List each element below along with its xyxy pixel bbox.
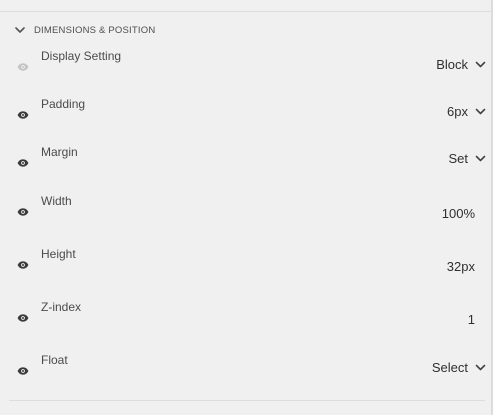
bottom-divider xyxy=(9,400,485,401)
visibility-eye-icon[interactable] xyxy=(17,208,29,216)
dropdown-value: Block xyxy=(436,57,468,72)
visibility-eye-icon[interactable] xyxy=(17,63,29,71)
visibility-eye-icon[interactable] xyxy=(17,159,29,167)
property-row-z-index: Z-index 1 xyxy=(0,299,493,329)
property-row-display-setting: Display Setting Block xyxy=(0,48,493,78)
float-dropdown[interactable]: Select xyxy=(432,360,486,375)
padding-dropdown[interactable]: 6px xyxy=(447,104,486,119)
property-row-padding: Padding 6px xyxy=(0,96,493,126)
property-row-height: Height 32px xyxy=(0,246,493,276)
dropdown-value: 6px xyxy=(447,104,468,119)
visibility-eye-icon[interactable] xyxy=(17,314,29,322)
visibility-eye-icon[interactable] xyxy=(17,261,29,269)
property-row-margin: Margin Set xyxy=(0,144,493,174)
chevron-down-icon xyxy=(475,364,486,371)
property-row-width: Width 100% xyxy=(0,193,493,223)
display-setting-dropdown[interactable]: Block xyxy=(436,57,486,72)
property-row-float: Float Select xyxy=(0,352,493,382)
chevron-down-icon xyxy=(475,61,486,68)
width-input[interactable]: 100% xyxy=(442,206,475,221)
visibility-eye-icon[interactable] xyxy=(17,111,29,119)
chevron-down-icon xyxy=(475,155,486,162)
z-index-input[interactable]: 1 xyxy=(468,312,475,327)
margin-dropdown[interactable]: Set xyxy=(448,151,486,166)
property-label: Display Setting xyxy=(41,49,122,63)
dropdown-value: Set xyxy=(448,151,468,166)
chevron-down-icon xyxy=(475,108,486,115)
property-label: Height xyxy=(41,247,76,261)
dropdown-value: Select xyxy=(431,360,468,375)
section-header-dimensions-position[interactable]: DIMENSIONS & POSITION xyxy=(14,22,155,38)
section-title: DIMENSIONS & POSITION xyxy=(34,24,156,36)
visibility-eye-icon[interactable] xyxy=(17,367,29,375)
top-divider xyxy=(0,11,493,12)
property-label: Padding xyxy=(41,97,86,111)
chevron-down-icon xyxy=(15,27,25,33)
property-label: Width xyxy=(41,194,72,208)
height-input[interactable]: 32px xyxy=(447,259,475,274)
property-label: Z-index xyxy=(41,300,82,314)
property-label: Float xyxy=(41,353,68,367)
property-label: Margin xyxy=(41,145,78,159)
